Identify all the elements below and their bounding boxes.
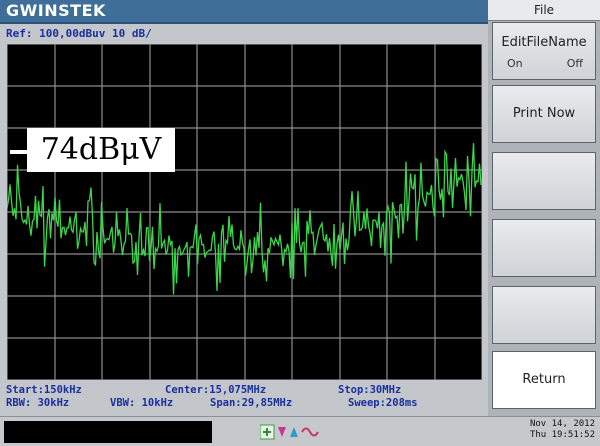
title-bar: GWINSTEK	[0, 0, 488, 24]
graticule	[7, 44, 482, 380]
status-bar: Nov 14, 2012 Thu 19:51:52	[0, 416, 600, 446]
date: Nov 14, 2012	[529, 419, 595, 429]
measurement-settings: Start:150kHz RBW: 30kHz VBW: 10kHz Cente…	[0, 382, 488, 416]
spectrum-graph	[7, 44, 482, 380]
off-option: Off	[566, 57, 583, 70]
edit-file-name-label: EditFileName	[501, 35, 587, 50]
sweep-time: Sweep:208ms	[348, 397, 418, 409]
edit-file-name-button[interactable]: EditFileName On Off	[492, 22, 596, 80]
main-panel: GWINSTEK Ref: 100,00dBuv 10 dB/ 74dBμV S…	[0, 0, 488, 416]
signal-icon	[278, 427, 286, 437]
return-label: Return	[522, 372, 566, 387]
empty-softkey-5[interactable]	[492, 286, 596, 344]
network-icon	[290, 427, 298, 437]
empty-softkey-4[interactable]	[492, 219, 596, 277]
rbw-setting: RBW: 30kHz	[6, 397, 70, 409]
wave-icon	[301, 427, 319, 437]
datetime: Nov 14, 2012 Thu 19:51:52	[505, 419, 595, 441]
start-frequency: Start:150kHz	[6, 384, 82, 396]
level-label: 74dBμV	[27, 128, 175, 172]
return-button[interactable]: Return	[492, 351, 596, 409]
message-area	[4, 421, 212, 443]
empty-softkey-3[interactable]	[492, 152, 596, 210]
soft-key-menu: File EditFileName On Off Print Now Retur…	[488, 0, 600, 416]
reference-level: Ref: 100,00dBuv 10 dB/	[6, 27, 152, 40]
print-now-button[interactable]: Print Now	[492, 85, 596, 143]
print-now-label: Print Now	[512, 106, 576, 121]
center-frequency: Center:15,075MHz	[165, 384, 267, 396]
span-setting: Span:29,85MHz	[210, 397, 293, 409]
spectrum-display: 74dBμV	[7, 44, 482, 380]
on-option: On	[507, 57, 523, 70]
menu-title: File	[488, 0, 600, 21]
stop-frequency: Stop:30MHz	[338, 384, 402, 396]
brand-logo: GWINSTEK	[6, 1, 106, 20]
status-icons	[260, 424, 319, 440]
vbw-setting: VBW: 10kHz	[110, 397, 174, 409]
time: Thu 19:51:52	[529, 430, 595, 440]
